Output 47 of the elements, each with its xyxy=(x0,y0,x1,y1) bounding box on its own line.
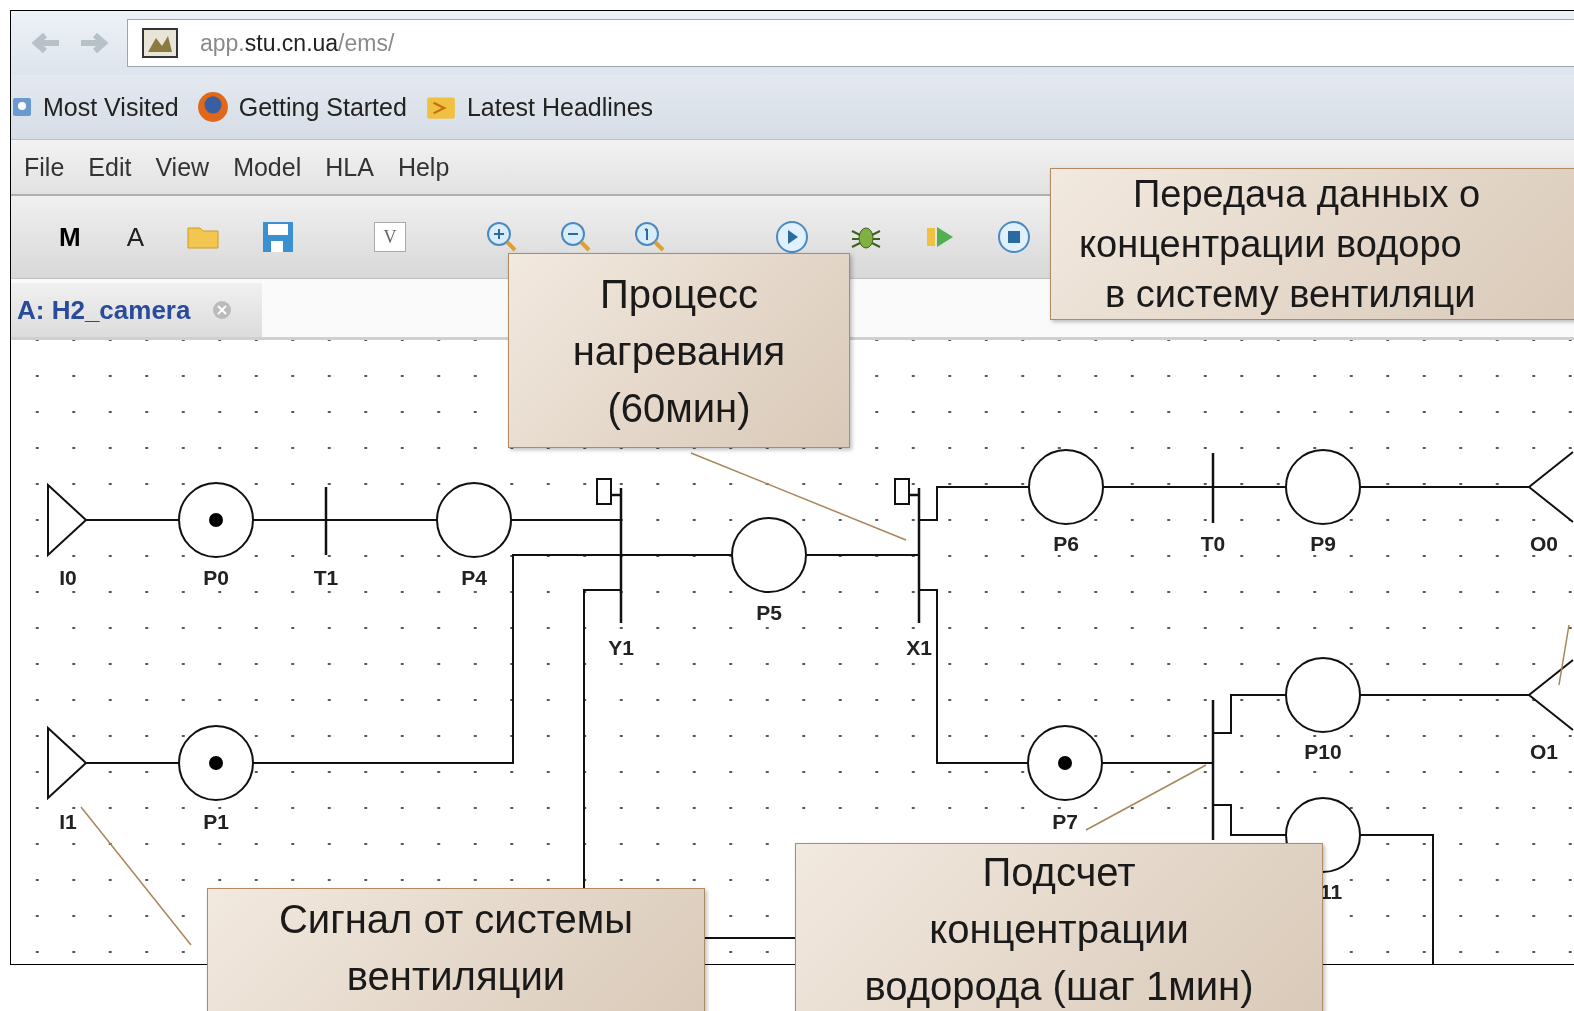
address-bar[interactable]: app.stu.cn.ua/ems/ xyxy=(127,19,1574,67)
forward-arrow-icon[interactable] xyxy=(79,31,109,55)
callout-note: Процесс нагревания (60мин) xyxy=(508,253,850,448)
toolbar-button[interactable]: M xyxy=(55,221,85,253)
node-label: P1 xyxy=(203,810,229,833)
tab[interactable]: A: H2_camera xyxy=(11,283,263,337)
close-icon[interactable] xyxy=(212,300,233,320)
menu-item[interactable]: File xyxy=(24,152,65,182)
callout-note: Передача данных о концентрации водоро в систему вентиляци xyxy=(1050,168,1574,320)
menu-item[interactable]: HLA xyxy=(325,152,374,182)
transition-bar xyxy=(324,487,328,555)
transition-bar xyxy=(1211,453,1215,523)
node-label: P6 xyxy=(1053,532,1079,555)
menu-item[interactable]: Edit xyxy=(88,152,132,182)
url-text: app.stu.cn.ua/ems/ xyxy=(200,29,395,57)
callout-note: Сигнал от системы вентиляции xyxy=(207,888,705,1011)
bookmark-link[interactable]: Most Visited xyxy=(43,92,179,122)
node-label: O1 xyxy=(1530,740,1558,763)
leader-line xyxy=(1558,624,1570,686)
callout-note: Подсчет концентрации водорода (шаг 1мин) xyxy=(795,843,1323,1011)
node-label: P4 xyxy=(461,566,487,589)
node-label: P5 xyxy=(756,601,782,624)
globe-icon xyxy=(196,91,229,123)
node-label: P9 xyxy=(1310,532,1336,555)
node-label: P7 xyxy=(1052,810,1078,833)
version-button[interactable]: V xyxy=(374,222,406,252)
node-label: Y1 xyxy=(608,636,634,659)
toolbar-button[interactable]: A xyxy=(122,221,148,253)
stop-icon[interactable] xyxy=(996,219,1032,255)
menu-item[interactable]: View xyxy=(155,152,210,182)
bookmark-link[interactable]: Latest Headlines xyxy=(466,92,654,122)
node-label: I0 xyxy=(59,566,77,589)
node-label: T1 xyxy=(313,566,339,589)
bookmark-folder-icon xyxy=(13,95,33,119)
node-label: I1 xyxy=(59,810,77,833)
play-icon[interactable] xyxy=(774,219,810,255)
site-favicon-icon xyxy=(142,28,178,58)
bookmark-link[interactable]: Getting Started xyxy=(238,92,407,122)
save-icon[interactable] xyxy=(260,219,296,255)
node-label: P10 xyxy=(1304,740,1342,763)
menu-item[interactable]: Help xyxy=(397,152,450,182)
node-label: P0 xyxy=(203,566,229,589)
node-label: O0 xyxy=(1530,532,1558,555)
node-label: T0 xyxy=(1200,532,1226,555)
menu-item[interactable]: Model xyxy=(233,152,302,182)
node-label: X1 xyxy=(906,636,932,659)
back-arrow-icon[interactable] xyxy=(31,31,61,55)
